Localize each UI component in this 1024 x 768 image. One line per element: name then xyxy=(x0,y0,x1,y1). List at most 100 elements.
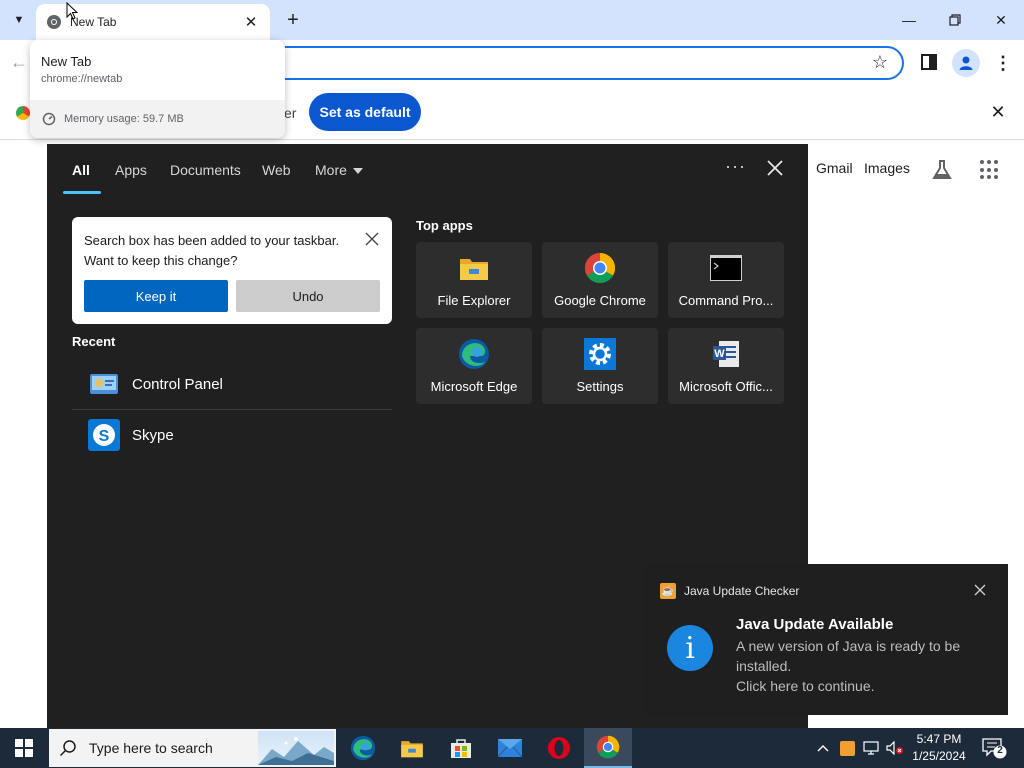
keep-it-button[interactable]: Keep it xyxy=(84,280,228,312)
top-app-microsoft-edge[interactable]: Microsoft Edge xyxy=(416,328,532,404)
taskbar-microsoft-store[interactable] xyxy=(437,728,485,768)
settings-gear-icon xyxy=(584,338,616,370)
memory-usage-text: Memory usage: 59.7 MB xyxy=(64,113,184,125)
mouse-cursor-icon xyxy=(66,2,78,20)
taskbar-clock[interactable]: 5:47 PM 1/25/2024 xyxy=(903,731,975,765)
control-panel-icon xyxy=(88,368,120,400)
store-bag-icon xyxy=(451,739,471,758)
bookmark-star-icon[interactable]: ☆ xyxy=(870,52,890,72)
more-options-icon[interactable]: ··· xyxy=(725,156,746,177)
chrome-logo-icon xyxy=(16,106,30,120)
notification-center-button[interactable]: 2 xyxy=(980,736,1008,760)
top-app-label: Microsoft Offic... xyxy=(679,379,773,394)
taskbar-edge[interactable] xyxy=(339,728,387,768)
taskbar-mail[interactable] xyxy=(486,728,534,768)
search-highlight-illustration xyxy=(258,731,334,765)
top-apps-heading: Top apps xyxy=(416,218,473,233)
svg-text:W: W xyxy=(714,348,725,360)
google-apps-icon[interactable] xyxy=(980,160,1000,180)
chevron-down-icon: ▼ xyxy=(13,14,25,26)
active-tab-indicator xyxy=(63,191,101,194)
search-placeholder: Type here to search xyxy=(89,740,213,756)
set-as-default-button[interactable]: Set as default xyxy=(309,93,421,131)
chrome-icon xyxy=(596,735,620,759)
start-button[interactable] xyxy=(0,728,48,768)
toast-close-icon[interactable] xyxy=(972,582,988,598)
chevron-up-icon xyxy=(817,745,829,752)
chrome-icon xyxy=(584,252,616,284)
restore-icon xyxy=(949,14,961,26)
top-app-label: Google Chrome xyxy=(554,293,646,308)
clock-date: 1/25/2024 xyxy=(912,749,966,763)
tab-more-label: More xyxy=(315,162,347,178)
search-filter-tabs: All Apps Documents Web More ··· xyxy=(47,144,808,194)
tab-documents[interactable]: Documents xyxy=(170,162,241,178)
restore-button[interactable] xyxy=(932,8,978,32)
toast-action-text: Click here to continue. xyxy=(736,678,875,694)
tip-close-icon[interactable] xyxy=(364,231,380,247)
images-link[interactable]: Images xyxy=(864,160,910,176)
chrome-favicon-icon xyxy=(47,15,61,29)
minimize-button[interactable]: — xyxy=(886,8,932,32)
labs-flask-icon[interactable] xyxy=(930,158,954,182)
memory-gauge-icon xyxy=(42,112,56,126)
top-app-google-chrome[interactable]: Google Chrome xyxy=(542,242,658,318)
taskbar-chrome[interactable] xyxy=(584,728,632,768)
taskbar-opera[interactable] xyxy=(535,728,583,768)
tip-message: Search box has been added to your taskba… xyxy=(84,233,340,268)
mail-icon xyxy=(498,739,522,757)
show-hidden-icons-button[interactable] xyxy=(812,728,834,768)
tray-network-icon[interactable] xyxy=(860,728,882,768)
java-app-icon: ☕ xyxy=(660,583,676,599)
side-panel-icon[interactable] xyxy=(920,53,938,71)
recent-item-skype[interactable]: S Skype xyxy=(72,410,392,460)
toast-message: A new version of Java is ready to be ins… xyxy=(736,638,961,674)
clock-time: 5:47 PM xyxy=(916,732,962,746)
undo-button[interactable]: Undo xyxy=(236,280,380,312)
toast-title: Java Update Available xyxy=(736,616,894,633)
hover-card-title: New Tab xyxy=(41,54,92,69)
taskbar-file-explorer[interactable] xyxy=(388,728,436,768)
taskbar-search-input[interactable]: Type here to search xyxy=(49,729,336,767)
top-app-command-prompt[interactable]: Command Pro... xyxy=(668,242,784,318)
kebab-menu-icon[interactable]: ⋮ xyxy=(994,52,1012,74)
file-explorer-icon xyxy=(401,741,423,758)
address-bar[interactable] xyxy=(248,46,904,80)
top-app-label: Settings xyxy=(576,379,624,394)
close-icon[interactable] xyxy=(763,156,787,180)
infobar-message: er xyxy=(284,105,297,121)
back-arrow-icon[interactable]: ← xyxy=(10,52,28,73)
tab-search-button[interactable]: ▼ xyxy=(6,7,32,33)
taskbar-searchbox-tip: Search box has been added to your taskba… xyxy=(72,217,392,324)
gmail-link[interactable]: Gmail xyxy=(816,160,853,176)
tab-more[interactable]: More xyxy=(315,162,363,178)
top-app-label: Microsoft Edge xyxy=(430,379,518,394)
top-app-file-explorer[interactable]: File Explorer xyxy=(416,242,532,318)
top-app-microsoft-office[interactable]: W Microsoft Offic... xyxy=(668,328,784,404)
recent-item-label: Skype xyxy=(132,426,174,444)
recent-heading: Recent xyxy=(72,334,116,349)
network-icon xyxy=(863,741,879,755)
profile-avatar-icon[interactable] xyxy=(952,49,980,77)
tab-hover-card: New Tab chrome://newtab Memory usage: 59… xyxy=(30,40,285,138)
recent-item-control-panel[interactable]: Control Panel xyxy=(72,359,392,409)
top-app-label: File Explorer xyxy=(437,293,511,308)
command-prompt-icon xyxy=(710,252,742,284)
top-app-settings[interactable]: Settings xyxy=(542,328,658,404)
windows-logo-icon xyxy=(15,739,33,757)
info-icon: i xyxy=(667,625,713,671)
tab-web[interactable]: Web xyxy=(262,162,291,178)
java-update-toast[interactable]: ☕ Java Update Checker i Java Update Avai… xyxy=(645,564,1008,715)
infobar-close-icon[interactable]: ✕ xyxy=(988,102,1008,123)
volume-muted-icon xyxy=(886,741,903,755)
tab-apps[interactable]: Apps xyxy=(115,162,147,178)
notification-count-badge: 2 xyxy=(997,745,1003,756)
file-explorer-icon xyxy=(458,252,490,284)
top-app-label: Command Pro... xyxy=(678,293,774,308)
close-window-button[interactable]: ✕ xyxy=(978,8,1024,32)
new-tab-button[interactable]: + xyxy=(282,9,304,31)
tray-java-icon[interactable] xyxy=(836,728,858,768)
tab-close-icon[interactable]: ✕ xyxy=(242,13,260,31)
tab-all[interactable]: All xyxy=(72,162,90,178)
hover-card-url: chrome://newtab xyxy=(41,73,123,85)
